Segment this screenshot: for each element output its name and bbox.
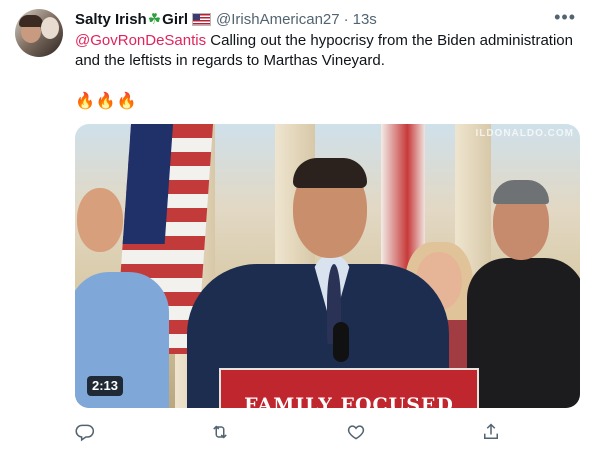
flag-union [122, 124, 174, 244]
retweet-icon [213, 425, 227, 439]
podium-text: FAMILY FOCUSED [244, 394, 454, 408]
shamrock-emoji: ☘ [147, 11, 162, 28]
person-left-head [77, 188, 123, 252]
fire-emojis: 🔥🔥🔥 [75, 93, 138, 110]
person-right-cap [493, 180, 549, 204]
like-icon [347, 425, 365, 440]
more-options-icon[interactable]: ••• [554, 8, 576, 26]
video-media[interactable]: FAMILY FOCUSED ILDONALDO.COM 2:13 [75, 124, 580, 408]
separator-dot: · [343, 10, 349, 28]
tweet[interactable]: Salty Irish ☘ Girl @IrishAmerican27 · 13… [0, 0, 590, 455]
share-button[interactable] [481, 422, 501, 442]
mention-link[interactable]: @GovRonDeSantis [75, 32, 206, 49]
video-duration: 2:13 [87, 376, 124, 396]
like-button[interactable] [346, 422, 366, 442]
podium-sign: FAMILY FOCUSED [219, 368, 479, 408]
share-icon [484, 423, 498, 439]
tweet-actions [75, 422, 580, 442]
video-watermark: ILDONALDO.COM [475, 128, 574, 139]
microphone [333, 322, 349, 362]
speaker-hair [293, 158, 367, 188]
person-right-body [467, 258, 580, 408]
reply-button[interactable] [75, 422, 95, 442]
display-name-suffix[interactable]: Girl [162, 11, 188, 28]
avatar-hair [19, 15, 43, 27]
user-handle[interactable]: @IrishAmerican27 [216, 11, 340, 28]
tweet-timestamp[interactable]: 13s [353, 11, 377, 28]
reply-icon [75, 424, 95, 442]
tweet-header: Salty Irish ☘ Girl @IrishAmerican27 · 13… [75, 9, 377, 29]
tweet-text: @GovRonDeSantis Calling out the hypocris… [75, 31, 575, 71]
us-flag-icon [192, 12, 211, 26]
retweet-button[interactable] [210, 422, 230, 442]
display-name[interactable]: Salty Irish [75, 11, 147, 28]
avatar[interactable] [15, 9, 63, 57]
avatar-face-right [41, 17, 59, 39]
